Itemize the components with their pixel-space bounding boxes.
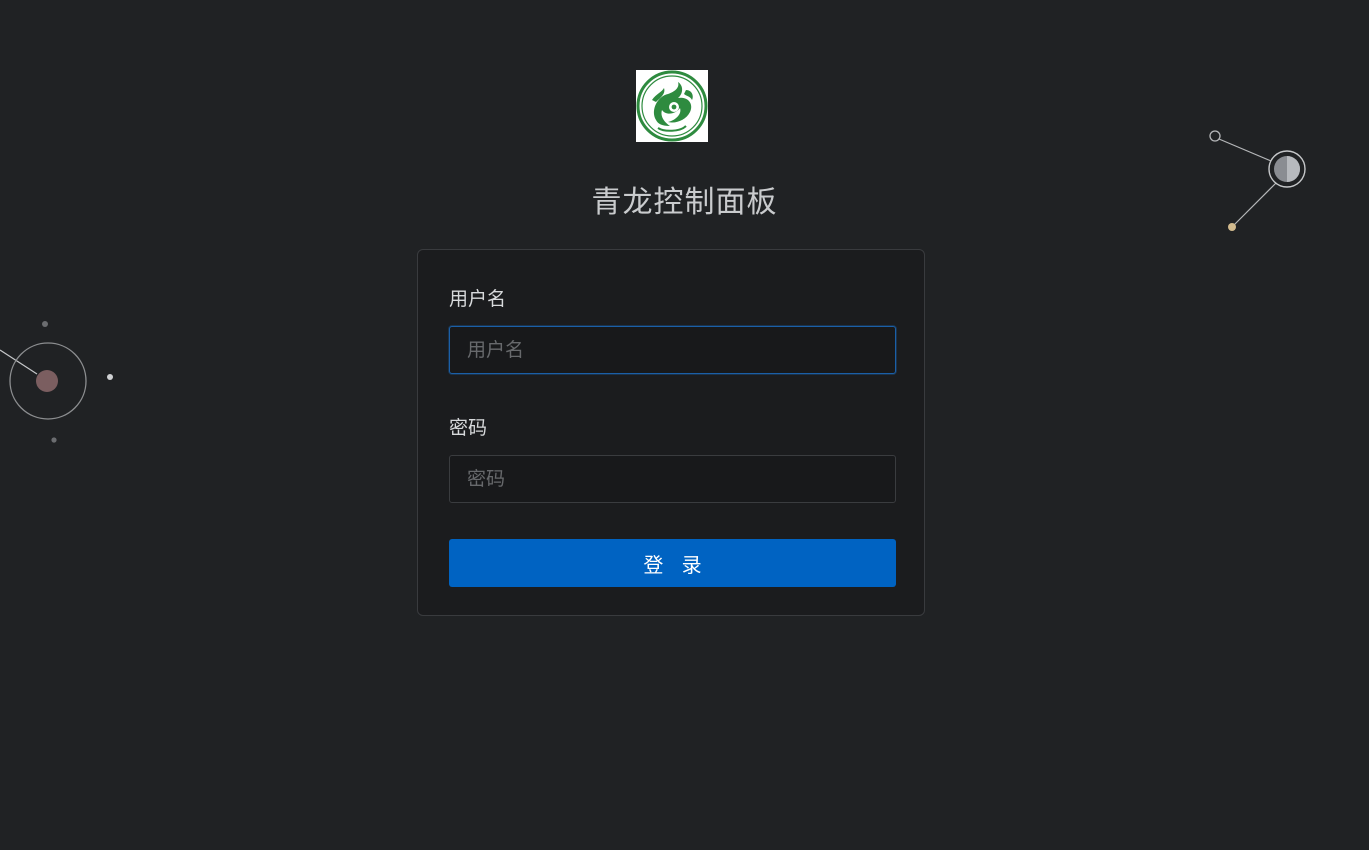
- password-input[interactable]: [449, 455, 896, 503]
- qinglong-logo: [636, 70, 708, 142]
- dragon-logo-icon: [636, 70, 708, 142]
- password-label: 密码: [449, 417, 488, 439]
- page-title: 青龙控制面板: [591, 185, 778, 220]
- login-card: 用户名 密码 登 录: [417, 249, 925, 616]
- login-button[interactable]: 登 录: [449, 539, 896, 587]
- username-label: 用户名: [449, 288, 507, 310]
- login-page: 青龙控制面板 用户名 密码 登 录: [0, 0, 1369, 850]
- username-input[interactable]: [449, 326, 896, 374]
